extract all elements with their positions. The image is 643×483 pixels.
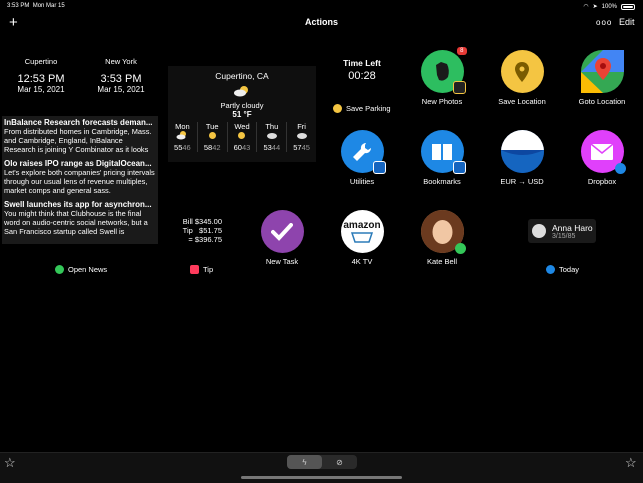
forecast-day: Tue 5842 bbox=[198, 122, 228, 152]
dropbox-mini-icon bbox=[614, 163, 626, 174]
status-time: 3:53 PM Mon Mar 15 bbox=[7, 3, 65, 9]
status-right: ◠ ➤ 100% bbox=[583, 3, 635, 10]
save-location-action[interactable]: Save Location bbox=[482, 50, 562, 106]
open-news-action[interactable]: Open News bbox=[55, 265, 107, 274]
location-arrow-icon: ➤ bbox=[592, 4, 598, 10]
contact-widget[interactable]: Anna Haro 3/15/85 bbox=[528, 219, 596, 243]
segmented-control: ϟ ⊘ bbox=[287, 455, 357, 469]
weather-widget[interactable]: Cupertino, CA Partly cloudy 51 °F Mon 55… bbox=[168, 66, 316, 162]
page-title: Actions bbox=[304, 17, 338, 27]
google-maps-icon bbox=[580, 50, 624, 93]
forecast-row: Mon 5546 Tue 5842 Wed 6043 Thu 5344 Fri … bbox=[168, 122, 316, 152]
home-indicator bbox=[241, 476, 402, 479]
envelope-icon bbox=[580, 130, 626, 174]
battery-percent: 100% bbox=[601, 3, 617, 10]
more-button[interactable]: ooo bbox=[596, 18, 612, 27]
badge-count: 8 bbox=[457, 47, 467, 55]
status-bar: 3:53 PM Mon Mar 15 ◠ ➤ 100% bbox=[0, 0, 643, 12]
phone-icon bbox=[454, 243, 466, 254]
forecast-day: Wed 6043 bbox=[228, 122, 258, 152]
tip-icon bbox=[190, 265, 199, 274]
eur-usd-action[interactable]: EUR → USD bbox=[482, 130, 562, 186]
amazon-icon: amazon bbox=[340, 210, 384, 253]
mini-app-icon bbox=[372, 161, 386, 174]
forecast-day: Fri 5745 bbox=[287, 122, 316, 152]
timer-widget[interactable]: Time Left 00:28 bbox=[332, 58, 392, 82]
goto-location-action[interactable]: Goto Location bbox=[562, 50, 642, 106]
kate-bell-action[interactable]: Kate Bell bbox=[402, 210, 482, 266]
utilities-action[interactable]: Utilities bbox=[322, 130, 402, 186]
partly-cloudy-icon bbox=[168, 131, 197, 143]
news-item[interactable]: Olo raises IPO range as DigitalOcean... … bbox=[2, 157, 158, 198]
4k-tv-action[interactable]: amazon 4K TV bbox=[322, 210, 402, 266]
sun-icon bbox=[198, 131, 227, 143]
currency-icon bbox=[500, 130, 544, 173]
tip-action[interactable]: Tip bbox=[190, 265, 213, 274]
lightning-icon[interactable]: ϟ bbox=[287, 455, 322, 469]
news-item[interactable]: Swell launches its app for asynchron... … bbox=[2, 198, 158, 239]
location-pin-icon bbox=[500, 50, 544, 93]
edit-button[interactable]: Edit bbox=[619, 17, 635, 27]
news-icon bbox=[55, 265, 64, 274]
nav-bar: + Actions ooo Edit bbox=[0, 12, 643, 34]
photo-mini-icon bbox=[452, 81, 466, 94]
star-icon[interactable]: ☆ bbox=[4, 455, 16, 471]
today-action[interactable]: Today bbox=[546, 265, 579, 274]
checkmark-icon bbox=[260, 210, 304, 253]
evernote-icon: 8 bbox=[420, 47, 467, 94]
battery-icon bbox=[621, 3, 635, 10]
book-icon bbox=[420, 130, 466, 174]
today-icon bbox=[546, 265, 555, 274]
news-item[interactable]: InBalance Research forecasts deman... Fr… bbox=[2, 116, 158, 157]
partly-cloudy-icon bbox=[168, 85, 316, 99]
clock-cupertino[interactable]: Cupertino 12:53 PM Mar 15, 2021 bbox=[1, 57, 81, 94]
avatar bbox=[532, 224, 546, 238]
cloud-icon bbox=[287, 131, 316, 143]
clock-new-york[interactable]: New York 3:53 PM Mar 15, 2021 bbox=[81, 57, 161, 94]
wrench-icon bbox=[340, 130, 386, 174]
checkmark-circle-icon[interactable]: ⊘ bbox=[322, 455, 357, 469]
avatar bbox=[420, 210, 466, 254]
bookmarks-action[interactable]: Bookmarks bbox=[402, 130, 482, 186]
dropbox-action[interactable]: Dropbox bbox=[562, 130, 642, 186]
tip-widget[interactable]: Bill $345.00 Tip $51.75 = $396.75 bbox=[180, 217, 222, 244]
cloud-icon bbox=[257, 131, 286, 143]
save-parking-action[interactable]: Save Parking bbox=[333, 104, 391, 113]
sun-icon bbox=[228, 131, 257, 143]
star-icon[interactable]: ☆ bbox=[625, 455, 637, 471]
wifi-icon: ◠ bbox=[583, 4, 589, 10]
news-widget[interactable]: InBalance Research forecasts deman... Fr… bbox=[2, 116, 158, 244]
new-task-action[interactable]: New Task bbox=[242, 210, 322, 266]
forecast-day: Thu 5344 bbox=[257, 122, 288, 152]
new-photos-action[interactable]: 8 New Photos bbox=[402, 47, 482, 106]
parking-icon bbox=[333, 104, 342, 113]
forecast-day: Mon 5546 bbox=[168, 122, 198, 152]
mini-app-icon bbox=[452, 161, 466, 174]
